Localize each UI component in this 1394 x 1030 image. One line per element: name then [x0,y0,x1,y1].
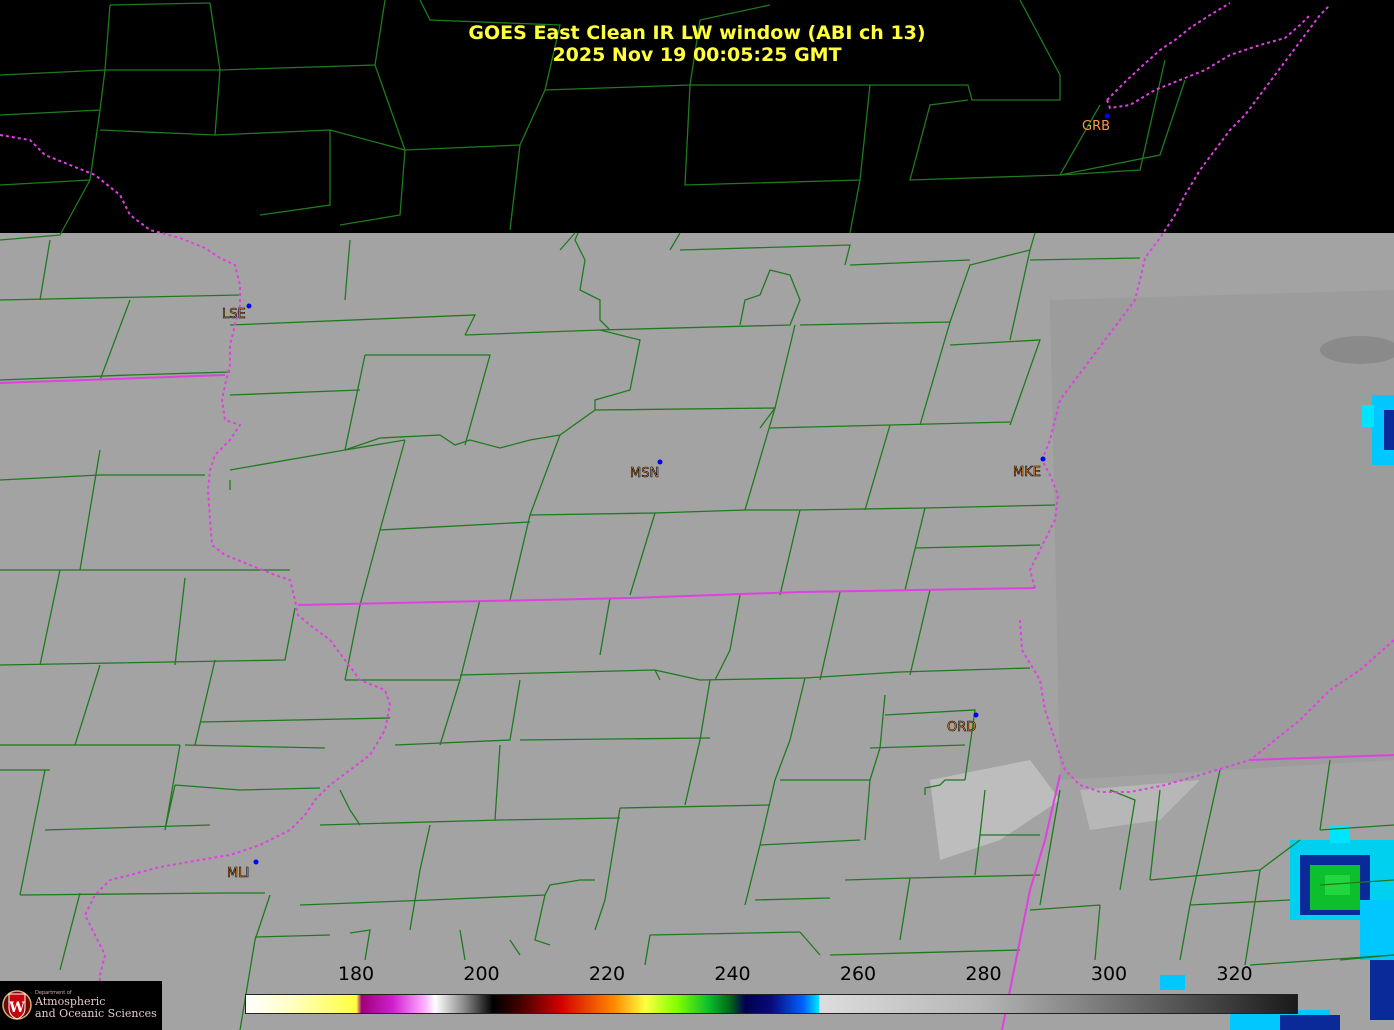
colorbar-tick-label: 280 [965,963,1002,985]
lake-michigan-region [1050,290,1394,780]
svg-text:W: W [8,1000,25,1016]
colorbar-tick-label: 320 [1216,963,1253,985]
colorbar-tick-label: 240 [714,963,751,985]
image-title: GOES East Clean IR LW window (ABI ch 13) [468,22,926,44]
station-label: MSN [630,466,659,481]
station-label: ORD [947,720,976,735]
station-label: LSE [222,307,246,322]
colorbar-tick-label: 180 [337,963,375,985]
station-label: GRB [1082,119,1110,134]
uw-shield-icon: W [2,990,32,1020]
station-label: MKE [1013,465,1041,480]
colorbar-tick-label: 300 [1090,963,1128,985]
station-label: MLI [227,866,249,881]
colorbar-tick-label: 220 [588,963,626,985]
image-timestamp: 2025 Nov 19 00:05:25 GMT [552,44,842,66]
aos-logo[interactable]: W Department of Atmospheric and Oceanic … [0,981,162,1030]
satellite-map: GRB LSE MSN MKE ORD MLI [0,0,1394,1030]
colorbar-tick-label: 200 [463,963,500,985]
logo-line-2: and Oceanic Sciences [35,1007,157,1020]
satellite-image-viewer: GRB LSE MSN MKE ORD MLI GOES East Clean … [0,0,1394,1030]
colorbar-tick-label: 260 [839,963,877,985]
temperature-colorbar [245,994,1298,1014]
